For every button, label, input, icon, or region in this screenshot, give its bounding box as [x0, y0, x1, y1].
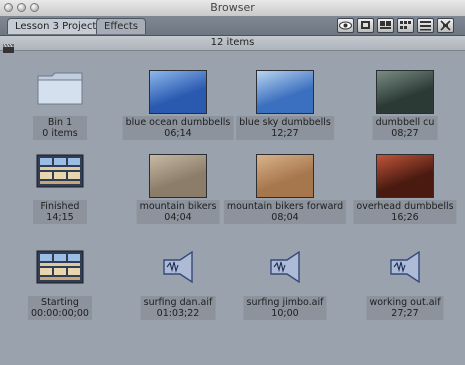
browser-item-blue-ocean-dumbbells[interactable]: blue ocean dumbbells 06;14	[118, 68, 238, 140]
item-name: blue sky dumbbells	[239, 117, 331, 128]
window-title: Browser	[210, 1, 255, 14]
tab-bar: Lesson 3 Project Effects	[0, 16, 465, 36]
video-thumbnail	[149, 154, 207, 198]
item-label: Starting 00:00:00;00	[28, 296, 92, 320]
browser-item-starting[interactable]: Starting 00:00:00;00	[0, 248, 120, 320]
item-duration: 00:00:00;00	[31, 308, 89, 319]
item-label: mountain bikers 04;04	[136, 200, 220, 224]
browser-item-surfing-jimbo-aif[interactable]: surfing jimbo.aif 10;00	[225, 248, 345, 320]
browser-item-mountain-bikers-forward[interactable]: mountain bikers forward 08;04	[223, 152, 347, 224]
item-duration: 08;27	[391, 128, 419, 139]
item-label: Finished 14;15	[33, 200, 87, 224]
item-duration: 16;26	[391, 212, 419, 223]
item-duration: 08;04	[271, 212, 299, 223]
item-label: mountain bikers forward 08;04	[223, 200, 347, 224]
browser-item-working-out-aif[interactable]: working out.aif 27;27	[345, 248, 465, 320]
item-duration: 0 items	[42, 128, 78, 139]
item-label: surfing dan.aif 01:03;22	[140, 296, 216, 320]
browser-item-overhead-dumbbells[interactable]: overhead dumbbells 16;26	[345, 152, 465, 224]
browser-item-blue-sky-dumbbells[interactable]: blue sky dumbbells 12;27	[225, 68, 345, 140]
sequence-icon	[36, 250, 84, 288]
item-label: blue ocean dumbbells 06;14	[122, 116, 234, 140]
audio-file-icon	[158, 250, 198, 288]
item-name: working out.aif	[369, 297, 441, 308]
item-name: dumbbell cu	[375, 117, 435, 128]
browser-item-mountain-bikers[interactable]: mountain bikers 04;04	[118, 152, 238, 224]
item-label: surfing jimbo.aif 10;00	[243, 296, 327, 320]
eye-icon[interactable]	[337, 18, 354, 33]
audio-file-icon	[265, 250, 305, 288]
video-thumbnail	[376, 70, 434, 114]
item-name: Finished	[40, 201, 80, 212]
item-duration: 10;00	[271, 308, 299, 319]
browser-item-dumbbell-cu[interactable]: dumbbell cu 08;27	[345, 68, 465, 140]
item-duration: 04;04	[164, 212, 192, 223]
browser-item-finished[interactable]: Finished 14;15	[0, 152, 120, 224]
video-thumbnail	[256, 70, 314, 114]
video-thumbnail	[376, 154, 434, 198]
item-name: mountain bikers forward	[226, 201, 344, 212]
item-name: mountain bikers	[139, 201, 217, 212]
item-duration: 14;15	[46, 212, 74, 223]
view-details-icon[interactable]	[437, 18, 454, 33]
audio-file-icon	[385, 250, 425, 288]
item-name: blue ocean dumbbells	[125, 117, 231, 128]
item-duration: 12;27	[271, 128, 299, 139]
folder-icon	[36, 70, 84, 110]
video-thumbnail	[256, 154, 314, 198]
title-bar: Browser	[0, 0, 465, 17]
item-name: Bin 1	[47, 117, 73, 128]
view-large-icon[interactable]	[357, 18, 374, 33]
item-label: dumbbell cu 08;27	[372, 116, 438, 140]
tab-effects[interactable]: Effects	[96, 18, 146, 34]
item-name: overhead dumbbells	[356, 201, 454, 212]
view-list-icon[interactable]	[417, 18, 434, 33]
item-label: overhead dumbbells 16;26	[353, 200, 457, 224]
video-thumbnail	[149, 70, 207, 114]
item-name: surfing jimbo.aif	[246, 297, 324, 308]
browser-item-bin-1[interactable]: Bin 1 0 items	[0, 68, 120, 140]
view-small-icon[interactable]	[397, 18, 414, 33]
item-label: working out.aif 27;27	[366, 296, 444, 320]
item-name: Starting	[41, 297, 79, 308]
tab-lesson-3-project[interactable]: Lesson 3 Project	[7, 18, 105, 34]
sequence-icon	[36, 154, 84, 192]
item-label: blue sky dumbbells 12;27	[236, 116, 334, 140]
item-label: Bin 1 0 items	[33, 116, 87, 140]
info-bar: 12 items	[0, 36, 465, 53]
view-medium-icon[interactable]	[377, 18, 394, 33]
browser-item-surfing-dan-aif[interactable]: surfing dan.aif 01:03;22	[118, 248, 238, 320]
item-name: surfing dan.aif	[143, 297, 213, 308]
item-duration: 06;14	[164, 128, 192, 139]
item-duration: 27;27	[391, 308, 419, 319]
item-duration: 01:03;22	[156, 308, 200, 319]
item-count: 12 items	[210, 37, 255, 48]
